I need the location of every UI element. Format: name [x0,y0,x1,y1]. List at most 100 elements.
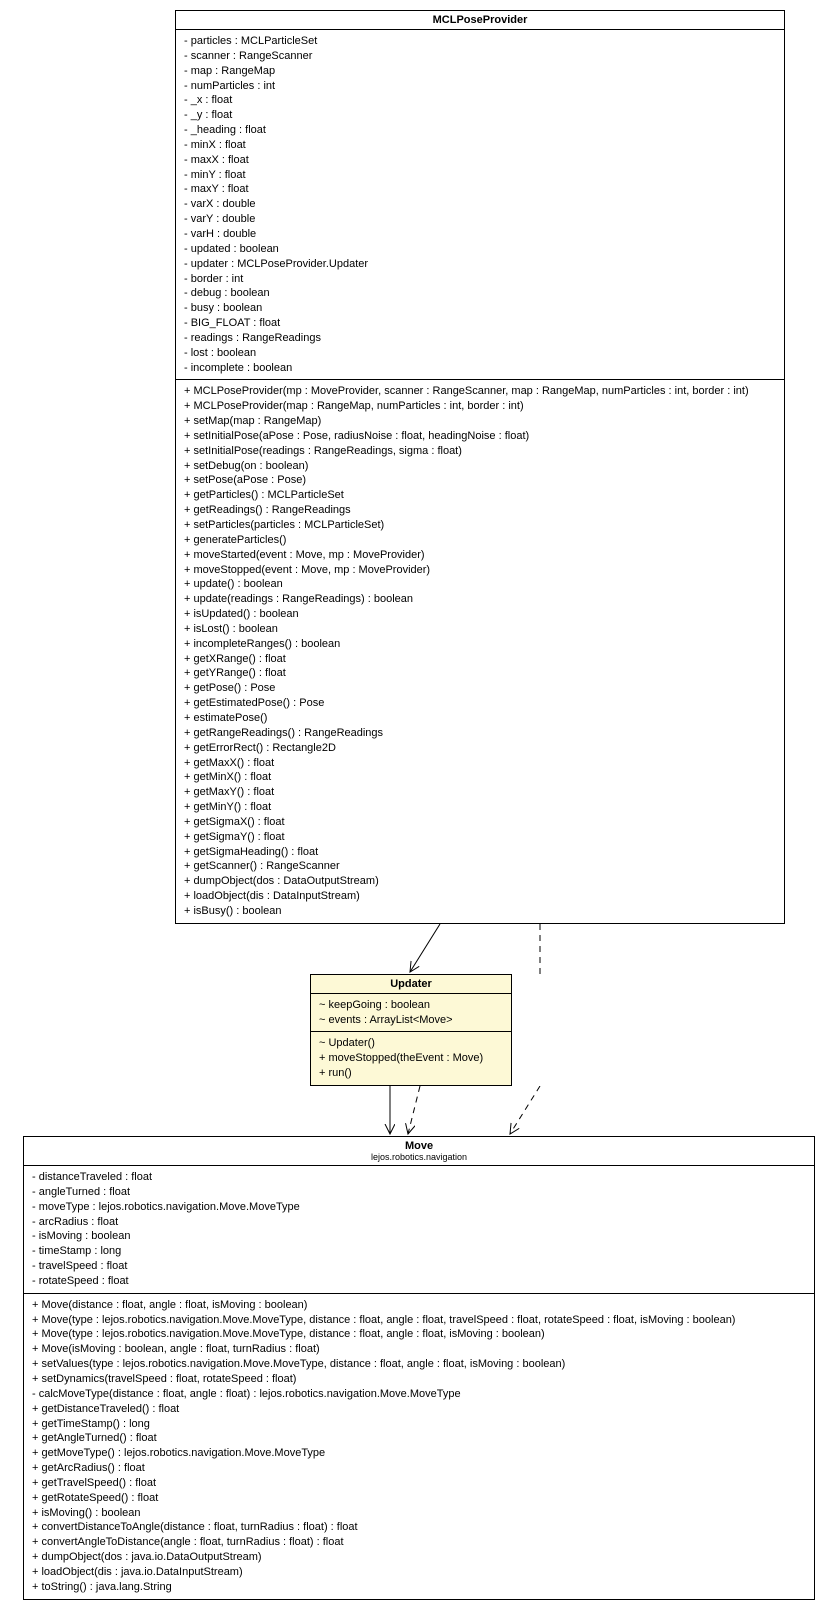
operation-row: + loadObject(dis : java.io.DataInputStre… [32,1565,806,1580]
class-title: MCLPoseProvider [176,11,784,30]
attributes-section: ~ keepGoing : boolean~ events : ArrayLis… [311,994,511,1033]
attribute-row: - _heading : float [184,123,776,138]
attribute-row: - minY : float [184,168,776,183]
operation-row: + setMap(map : RangeMap) [184,414,776,429]
operation-row: + getSigmaX() : float [184,815,776,830]
operation-row: + MCLPoseProvider(map : RangeMap, numPar… [184,399,776,414]
attribute-row: - particles : MCLParticleSet [184,34,776,49]
operation-row: + run() [319,1066,503,1081]
operation-row: + setInitialPose(readings : RangeReading… [184,444,776,459]
attribute-row: - varY : double [184,212,776,227]
operation-row: + convertDistanceToAngle(distance : floa… [32,1520,806,1535]
operation-row: + Move(type : lejos.robotics.navigation.… [32,1327,806,1342]
attribute-row: - varX : double [184,197,776,212]
attribute-row: - busy : boolean [184,301,776,316]
class-package: lejos.robotics.navigation [30,1152,808,1162]
class-move: Move lejos.robotics.navigation - distanc… [23,1136,815,1600]
operation-row: + getYRange() : float [184,666,776,681]
operation-row: + Move(type : lejos.robotics.navigation.… [32,1313,806,1328]
connector-updater-move [10,1086,816,1136]
operation-row: + getAngleTurned() : float [32,1431,806,1446]
operation-row: + moveStopped(theEvent : Move) [319,1051,503,1066]
operation-row: + setValues(type : lejos.robotics.naviga… [32,1357,806,1372]
operation-row: + getMaxX() : float [184,756,776,771]
attribute-row: - rotateSpeed : float [32,1274,806,1289]
operation-row: + MCLPoseProvider(mp : MoveProvider, sca… [184,384,776,399]
operation-row: + getMinX() : float [184,770,776,785]
operation-row: + getErrorRect() : Rectangle2D [184,741,776,756]
operation-row: + dumpObject(dos : java.io.DataOutputStr… [32,1550,806,1565]
operations-section: + MCLPoseProvider(mp : MoveProvider, sca… [176,380,784,922]
operation-row: + getScanner() : RangeScanner [184,859,776,874]
operation-row: + generateParticles() [184,533,776,548]
operation-row: + getMoveType() : lejos.robotics.navigat… [32,1446,806,1461]
operation-row: + update(readings : RangeReadings) : boo… [184,592,776,607]
attribute-row: - varH : double [184,227,776,242]
class-title: Move lejos.robotics.navigation [24,1137,814,1166]
attribute-row: - angleTurned : float [32,1185,806,1200]
attribute-row: - incomplete : boolean [184,361,776,376]
operation-row: + getEstimatedPose() : Pose [184,696,776,711]
operation-row: + toString() : java.lang.String [32,1580,806,1595]
attributes-section: - distanceTraveled : float- angleTurned … [24,1166,814,1294]
attribute-row: ~ events : ArrayList<Move> [319,1013,503,1028]
operation-row: + getMinY() : float [184,800,776,815]
operation-row: ~ Updater() [319,1036,503,1051]
operation-row: + getMaxY() : float [184,785,776,800]
operation-row: + getPose() : Pose [184,681,776,696]
operation-row: + setInitialPose(aPose : Pose, radiusNoi… [184,429,776,444]
class-updater: Updater ~ keepGoing : boolean~ events : … [310,974,512,1086]
operation-row: + isUpdated() : boolean [184,607,776,622]
attribute-row: - isMoving : boolean [32,1229,806,1244]
operation-row: + getParticles() : MCLParticleSet [184,488,776,503]
attribute-row: - distanceTraveled : float [32,1170,806,1185]
operations-section: + Move(distance : float, angle : float, … [24,1294,814,1599]
operation-row: + loadObject(dis : DataInputStream) [184,889,776,904]
operation-row: + setDynamics(travelSpeed : float, rotat… [32,1372,806,1387]
operation-row: + isMoving() : boolean [32,1506,806,1521]
operation-row: + getTimeStamp() : long [32,1417,806,1432]
operation-row: + getRotateSpeed() : float [32,1491,806,1506]
attribute-row: - scanner : RangeScanner [184,49,776,64]
operation-row: - calcMoveType(distance : float, angle :… [32,1387,806,1402]
attribute-row: - arcRadius : float [32,1215,806,1230]
attribute-row: - BIG_FLOAT : float [184,316,776,331]
operation-row: + getXRange() : float [184,652,776,667]
attribute-row: - map : RangeMap [184,64,776,79]
operation-row: + moveStarted(event : Move, mp : MovePro… [184,548,776,563]
operation-row: + isBusy() : boolean [184,904,776,919]
connector-mcl-updater [10,924,816,974]
attribute-row: - updated : boolean [184,242,776,257]
operation-row: + getDistanceTraveled() : float [32,1402,806,1417]
attribute-row: - debug : boolean [184,286,776,301]
operation-row: + isLost() : boolean [184,622,776,637]
operation-row: + getArcRadius() : float [32,1461,806,1476]
operation-row: + moveStopped(event : Move, mp : MovePro… [184,563,776,578]
attribute-row: - _x : float [184,93,776,108]
class-mclposeprovider: MCLPoseProvider - particles : MCLParticl… [175,10,785,924]
attribute-row: - readings : RangeReadings [184,331,776,346]
attribute-row: - maxX : float [184,153,776,168]
operation-row: + getReadings() : RangeReadings [184,503,776,518]
class-name: Move [405,1140,433,1152]
operation-row: + setDebug(on : boolean) [184,459,776,474]
attributes-section: - particles : MCLParticleSet- scanner : … [176,30,784,380]
operation-row: + estimatePose() [184,711,776,726]
operation-row: + getSigmaHeading() : float [184,845,776,860]
attribute-row: - border : int [184,272,776,287]
operation-row: + getSigmaY() : float [184,830,776,845]
operation-row: + incompleteRanges() : boolean [184,637,776,652]
operations-section: ~ Updater()+ moveStopped(theEvent : Move… [311,1032,511,1085]
attribute-row: - travelSpeed : float [32,1259,806,1274]
operation-row: + getTravelSpeed() : float [32,1476,806,1491]
attribute-row: - maxY : float [184,182,776,197]
operation-row: + convertAngleToDistance(angle : float, … [32,1535,806,1550]
operation-row: + getRangeReadings() : RangeReadings [184,726,776,741]
attribute-row: - updater : MCLPoseProvider.Updater [184,257,776,272]
operation-row: + setPose(aPose : Pose) [184,473,776,488]
attribute-row: - minX : float [184,138,776,153]
operation-row: + setParticles(particles : MCLParticleSe… [184,518,776,533]
attribute-row: - moveType : lejos.robotics.navigation.M… [32,1200,806,1215]
attribute-row: - numParticles : int [184,79,776,94]
operation-row: + Move(distance : float, angle : float, … [32,1298,806,1313]
